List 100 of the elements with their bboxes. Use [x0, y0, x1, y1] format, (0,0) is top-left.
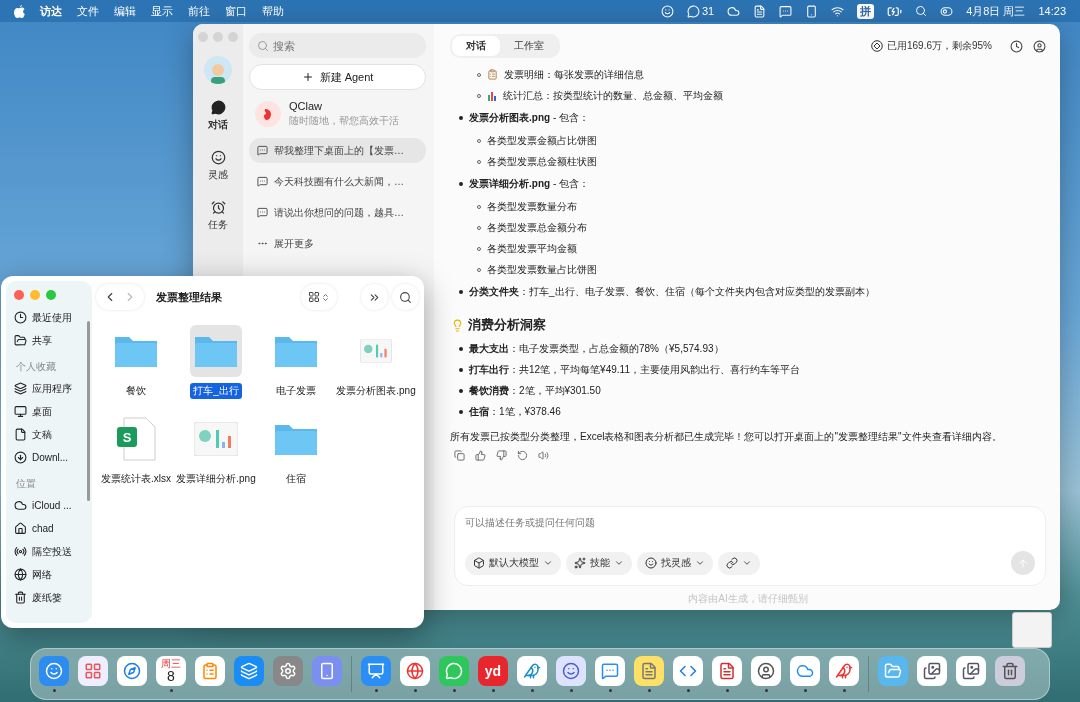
- nav-item[interactable]: 任务: [208, 200, 228, 232]
- link-button[interactable]: [718, 551, 760, 575]
- user-icon[interactable]: [1033, 39, 1046, 53]
- file-name[interactable]: 打车_出行: [190, 383, 242, 399]
- app-store-icon[interactable]: [234, 655, 264, 686]
- history-icon[interactable]: [1010, 39, 1023, 53]
- menu-item[interactable]: 文件: [77, 3, 99, 19]
- conversation-item[interactable]: 帮我整理下桌面上的【发票…: [249, 138, 426, 163]
- dock-item[interactable]: [673, 655, 703, 693]
- file-name[interactable]: 发票统计表.xlsx: [98, 471, 174, 487]
- dock-item[interactable]: [712, 655, 742, 693]
- list-icon[interactable]: [195, 655, 225, 686]
- file-name[interactable]: 发票分析图表.png: [333, 383, 419, 399]
- dock-item[interactable]: [517, 655, 547, 693]
- dock-item[interactable]: [361, 655, 391, 693]
- sidebar-item[interactable]: iCloud ...: [14, 494, 84, 517]
- grid-icon[interactable]: [78, 655, 108, 686]
- menu-item[interactable]: 编辑: [114, 3, 136, 19]
- thumbs-up-icon[interactable]: [475, 450, 486, 461]
- gear-icon[interactable]: [273, 655, 303, 686]
- file-item[interactable]: S: [110, 413, 162, 465]
- file-name[interactable]: 发票详细分析.png: [173, 471, 259, 487]
- thumbs-down-icon[interactable]: [496, 450, 507, 461]
- menu-item[interactable]: 显示: [151, 3, 173, 19]
- sidebar-item[interactable]: Downl...: [14, 446, 84, 469]
- search-icon[interactable]: [915, 5, 928, 17]
- document-thumbnail[interactable]: [917, 655, 947, 686]
- message-input[interactable]: 可以描述任务或提问任何问题: [465, 517, 1035, 528]
- sidebar-item[interactable]: 隔空投送: [14, 540, 84, 563]
- menu-item[interactable]: 窗口: [225, 3, 247, 19]
- dock-item[interactable]: [556, 655, 586, 693]
- conversation-item[interactable]: 今天科技圈有什么大新闻，…: [249, 169, 426, 194]
- cloud-icon[interactable]: [790, 655, 820, 686]
- date-text[interactable]: 4月8日 周三: [966, 3, 1026, 19]
- more-button[interactable]: [361, 284, 388, 310]
- search-field[interactable]: 搜索: [249, 33, 426, 58]
- dock-item[interactable]: 周三 8: [156, 655, 186, 693]
- sidebar-item[interactable]: 文稿: [14, 423, 84, 446]
- dock-item[interactable]: [751, 655, 781, 693]
- code-icon[interactable]: [673, 655, 703, 686]
- search-button[interactable]: [392, 284, 419, 310]
- sidebar-item[interactable]: 网络: [14, 563, 84, 586]
- file-item[interactable]: [190, 325, 242, 377]
- chat-bubble-icon[interactable]: [439, 655, 469, 686]
- apple-logo-icon[interactable]: [14, 4, 25, 18]
- menu-item[interactable]: 访达: [40, 3, 62, 19]
- notepad-icon[interactable]: [634, 655, 664, 686]
- dock-item[interactable]: [829, 655, 859, 693]
- tab[interactable]: 工作室: [500, 36, 558, 56]
- document-icon[interactable]: [712, 655, 742, 686]
- sidebar-item[interactable]: 桌面: [14, 400, 84, 423]
- calendar-icon[interactable]: 周三 8: [156, 655, 186, 686]
- face-icon[interactable]: [39, 655, 69, 686]
- document-thumbnail[interactable]: [956, 655, 986, 686]
- zoom-button[interactable]: [46, 290, 56, 300]
- chat-bubble-icon[interactable]: [779, 4, 793, 18]
- toggle-icon[interactable]: [940, 4, 954, 18]
- dock-item[interactable]: [634, 655, 664, 693]
- dock-item[interactable]: [790, 655, 820, 693]
- menu-item[interactable]: 前往: [188, 3, 210, 19]
- compass-icon[interactable]: [117, 655, 147, 686]
- conversation-item[interactable]: 请说出你想问的问题，越具…: [249, 200, 426, 225]
- phone-icon[interactable]: [312, 655, 342, 686]
- desktop-file-thumbnail[interactable]: [1012, 612, 1052, 648]
- presentation-icon[interactable]: [361, 655, 391, 686]
- nav-item[interactable]: 灵感: [208, 150, 228, 182]
- sidebar-item[interactable]: 应用程序: [14, 377, 84, 400]
- app-icon[interactable]: yd: [478, 655, 508, 686]
- copy-icon[interactable]: [454, 450, 465, 461]
- folder-icon[interactable]: [878, 655, 908, 686]
- document-icon[interactable]: [753, 4, 767, 18]
- scrollbar[interactable]: [87, 321, 90, 501]
- speaker-icon[interactable]: [538, 450, 549, 461]
- input-method-indicator[interactable]: 拼: [857, 3, 875, 19]
- chat-bubble-icon[interactable]: [686, 4, 700, 18]
- sidebar-item[interactable]: 共享: [14, 329, 84, 352]
- sidebar-item[interactable]: chad: [14, 517, 84, 540]
- dock-item[interactable]: yd: [478, 655, 508, 693]
- trash-icon[interactable]: [995, 655, 1025, 686]
- expand-more-link[interactable]: 展开更多: [249, 231, 426, 256]
- tool-button[interactable]: 默认大模型: [465, 551, 561, 575]
- dock-item[interactable]: [400, 655, 430, 693]
- agent-card[interactable]: QClaw 随时随地，帮您高效干活: [249, 96, 426, 132]
- file-name[interactable]: 餐饮: [123, 383, 149, 399]
- menu-item[interactable]: 帮助: [262, 3, 284, 19]
- bird-icon[interactable]: [517, 655, 547, 686]
- smiley-icon[interactable]: [556, 655, 586, 686]
- tool-button[interactable]: 找灵感: [637, 551, 713, 575]
- dock-item[interactable]: [39, 655, 69, 693]
- nav-item[interactable]: 对话: [208, 100, 228, 132]
- phone-icon[interactable]: [805, 4, 819, 18]
- sidebar-item[interactable]: 最近使用: [14, 306, 84, 329]
- retry-icon[interactable]: [517, 450, 528, 461]
- new-agent-button[interactable]: 新建 Agent: [249, 64, 426, 90]
- view-button[interactable]: [301, 284, 337, 310]
- sidebar-item[interactable]: 废纸篓: [14, 586, 84, 609]
- tool-button[interactable]: 技能: [566, 551, 632, 575]
- clock-text[interactable]: 14:23: [1038, 5, 1066, 17]
- close-button[interactable]: [14, 290, 24, 300]
- tab[interactable]: 对话: [452, 36, 500, 56]
